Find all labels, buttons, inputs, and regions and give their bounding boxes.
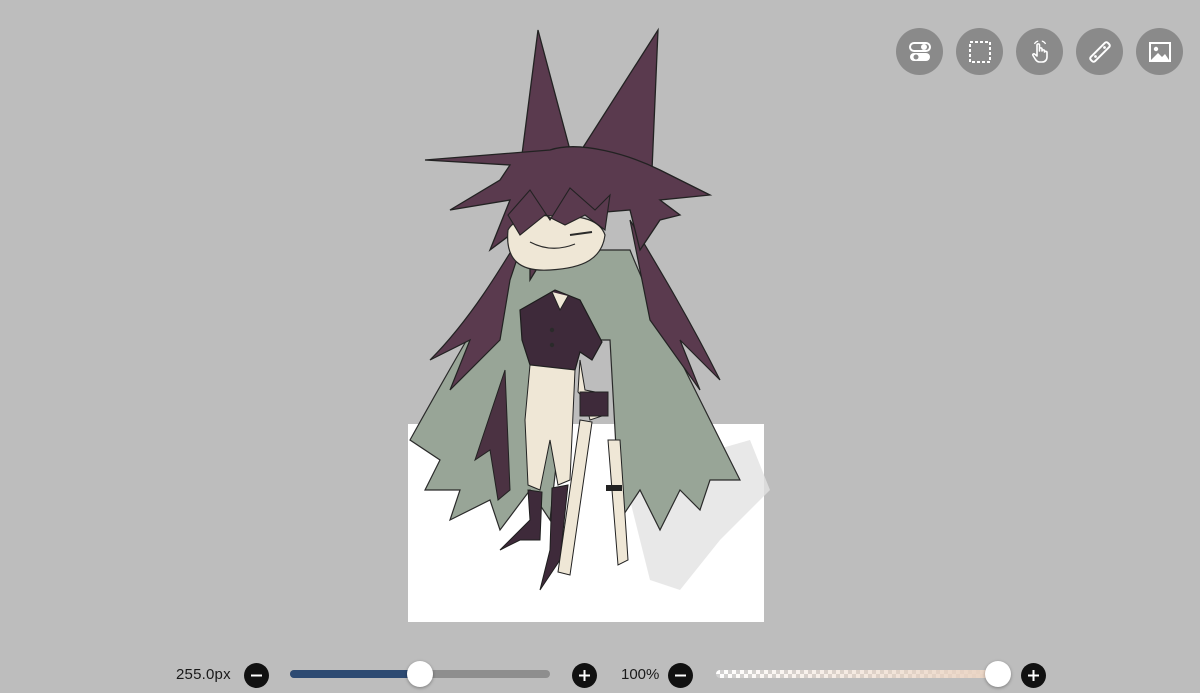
selection-icon: [968, 40, 991, 63]
hand-tool-button[interactable]: [1016, 28, 1063, 75]
minus-icon: [251, 674, 262, 677]
selection-button[interactable]: [956, 28, 1003, 75]
ruler-button[interactable]: [1076, 28, 1123, 75]
plus-icon: [579, 670, 590, 681]
drawing-app: 255.0px 100%: [0, 0, 1200, 693]
brush-size-thumb[interactable]: [407, 661, 433, 687]
image-layer-button[interactable]: [1136, 28, 1183, 75]
brush-size-fill: [290, 670, 420, 678]
opacity-value: 100%: [621, 666, 660, 683]
image-icon: [1148, 41, 1171, 62]
brush-size-value: 255.0px: [176, 666, 231, 683]
brush-size-increase-button[interactable]: [572, 663, 597, 688]
opacity-decrease-button[interactable]: [668, 663, 693, 688]
toggle-panel-button[interactable]: [896, 28, 943, 75]
minus-icon: [675, 674, 686, 677]
ruler-icon: [1088, 40, 1111, 63]
toggle-icon: [908, 41, 931, 61]
opacity-increase-button[interactable]: [1021, 663, 1046, 688]
brush-controls: 255.0px 100%: [0, 655, 1200, 693]
opacity-slider[interactable]: [716, 661, 1011, 687]
top-toolbar: [896, 28, 1183, 75]
character-illustration: [409, 27, 770, 591]
brush-size-decrease-button[interactable]: [244, 663, 269, 688]
brush-size-slider[interactable]: [290, 661, 550, 687]
hand-tool-icon: [1031, 40, 1048, 63]
plus-icon: [1028, 670, 1039, 681]
opacity-thumb[interactable]: [985, 661, 1011, 687]
drawing-canvas[interactable]: [0, 0, 1200, 650]
